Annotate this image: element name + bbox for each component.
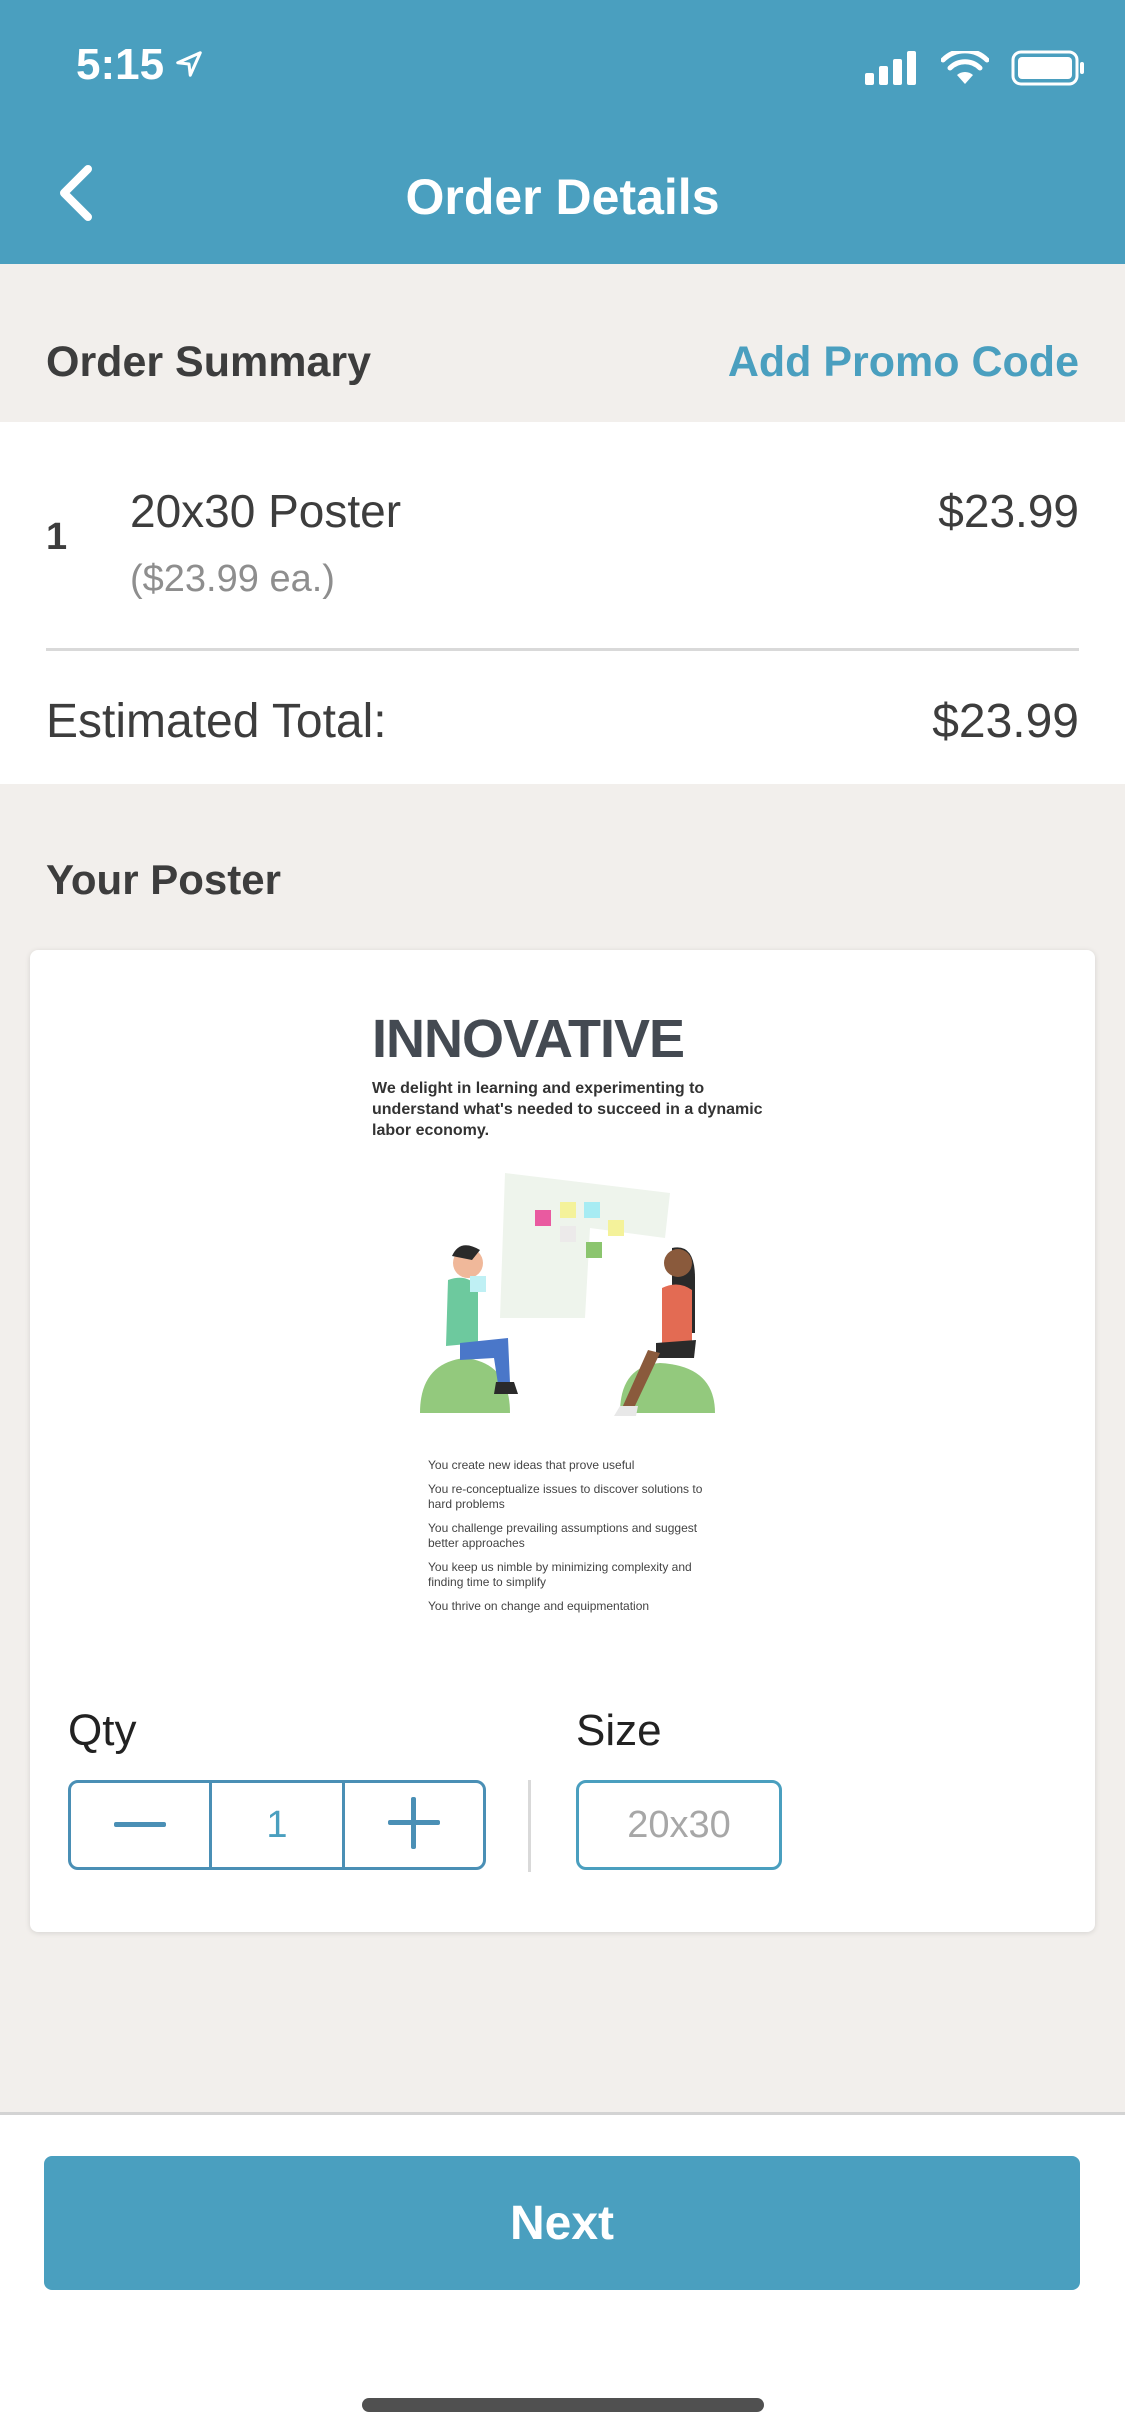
poster-bullet: You create new ideas that prove useful — [428, 1458, 635, 1472]
decrement-button[interactable] — [71, 1783, 209, 1867]
poster-subtitle: We delight in learning and experimenting… — [372, 1080, 763, 1139]
cellular-signal-icon — [865, 51, 919, 90]
poster-bullet: You thrive on change and equipmentation — [428, 1599, 650, 1613]
home-indicator — [362, 2398, 764, 2412]
controls-separator — [528, 1780, 531, 1872]
estimated-total-label: Estimated Total: — [46, 695, 387, 748]
quantity-value[interactable]: 1 — [209, 1783, 345, 1867]
poster-bullet: You challenge prevailing assumptions and… — [428, 1521, 698, 1550]
your-poster-heading: Your Poster — [46, 856, 281, 903]
location-arrow-icon — [174, 40, 204, 90]
poster-illustration — [410, 1168, 740, 1428]
add-promo-code-link[interactable]: Add Promo Code — [728, 338, 1079, 387]
minus-icon — [114, 1816, 166, 1834]
poster-title: INNOVATIVE — [372, 1009, 685, 1069]
qty-label: Qty — [68, 1706, 137, 1755]
poster-bullet-list: You create new ideas that prove useful Y… — [428, 1458, 728, 1623]
size-label: Size — [576, 1706, 662, 1755]
size-selector[interactable]: 20x30 — [576, 1780, 782, 1870]
summary-divider — [46, 648, 1079, 651]
plus-icon — [388, 1796, 440, 1854]
page-title: Order Details — [405, 169, 720, 225]
order-summary-heading: Order Summary — [46, 338, 372, 386]
poster-bullet: You keep us nimble by minimizing complex… — [428, 1560, 692, 1589]
item-name: 20x30 Poster — [130, 485, 402, 537]
battery-icon — [1011, 50, 1085, 91]
estimated-total-value: $23.99 — [932, 695, 1079, 748]
item-line-total: $23.99 — [938, 485, 1079, 537]
increment-button[interactable] — [345, 1783, 483, 1867]
quantity-stepper: 1 — [68, 1780, 486, 1870]
next-button[interactable]: Next — [44, 2156, 1080, 2290]
wifi-icon — [940, 48, 990, 90]
item-quantity: 1 — [46, 516, 68, 558]
item-unit-price: ($23.99 ea.) — [130, 558, 335, 600]
poster-bullet: You re-conceptualize issues to discover … — [428, 1482, 703, 1511]
status-time-text: 5:15 — [76, 40, 165, 89]
status-bar-time: 5:15 — [76, 40, 204, 90]
status-bar-indicators — [865, 48, 1085, 91]
